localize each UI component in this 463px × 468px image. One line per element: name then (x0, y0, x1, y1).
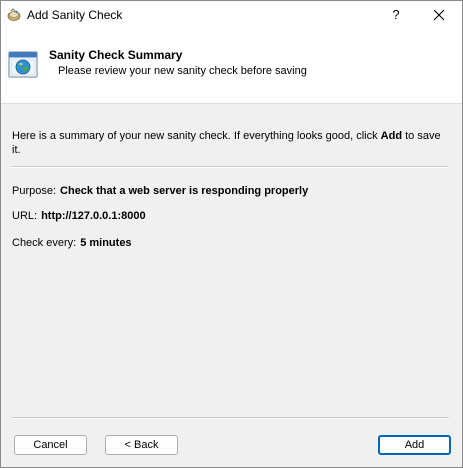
purpose-row: Purpose: Check that a web server is respo… (12, 185, 308, 197)
interval-label: Check every: (12, 237, 77, 249)
web-browser-icon (8, 51, 38, 78)
app-icon (7, 8, 21, 21)
back-button[interactable]: < Back (105, 435, 178, 455)
interval-value: 5 minutes (80, 237, 132, 249)
page-title: Sanity Check Summary (49, 48, 183, 62)
close-button[interactable] (426, 3, 452, 27)
title-bar[interactable]: Add Sanity Check ? (1, 1, 462, 30)
intro-text: Here is a summary of your new sanity che… (12, 130, 381, 142)
help-button[interactable]: ? (383, 3, 409, 27)
page-subtitle: Please review your new sanity check befo… (58, 65, 307, 77)
purpose-value: Check that a web server is responding pr… (60, 185, 309, 197)
add-button[interactable]: Add (378, 435, 451, 455)
window-title: Add Sanity Check (27, 8, 123, 22)
intro-action-word: Add (380, 130, 403, 142)
url-label: URL: (12, 210, 38, 222)
summary-intro-text: Here is a summary of your new sanity che… (12, 129, 452, 157)
url-value: http://127.0.0.1:8000 (41, 210, 146, 222)
close-icon (433, 9, 445, 21)
interval-row: Check every: 5 minutes (12, 237, 132, 249)
wizard-header: Sanity Check Summary Please review your … (1, 30, 462, 104)
purpose-label: Purpose: (12, 185, 57, 197)
footer-divider (12, 417, 449, 419)
divider (12, 166, 449, 168)
cancel-button[interactable]: Cancel (14, 435, 87, 455)
add-sanity-check-dialog: Add Sanity Check ? Sanity Check Summary … (0, 0, 463, 468)
url-row: URL: http://127.0.0.1:8000 (12, 210, 146, 222)
